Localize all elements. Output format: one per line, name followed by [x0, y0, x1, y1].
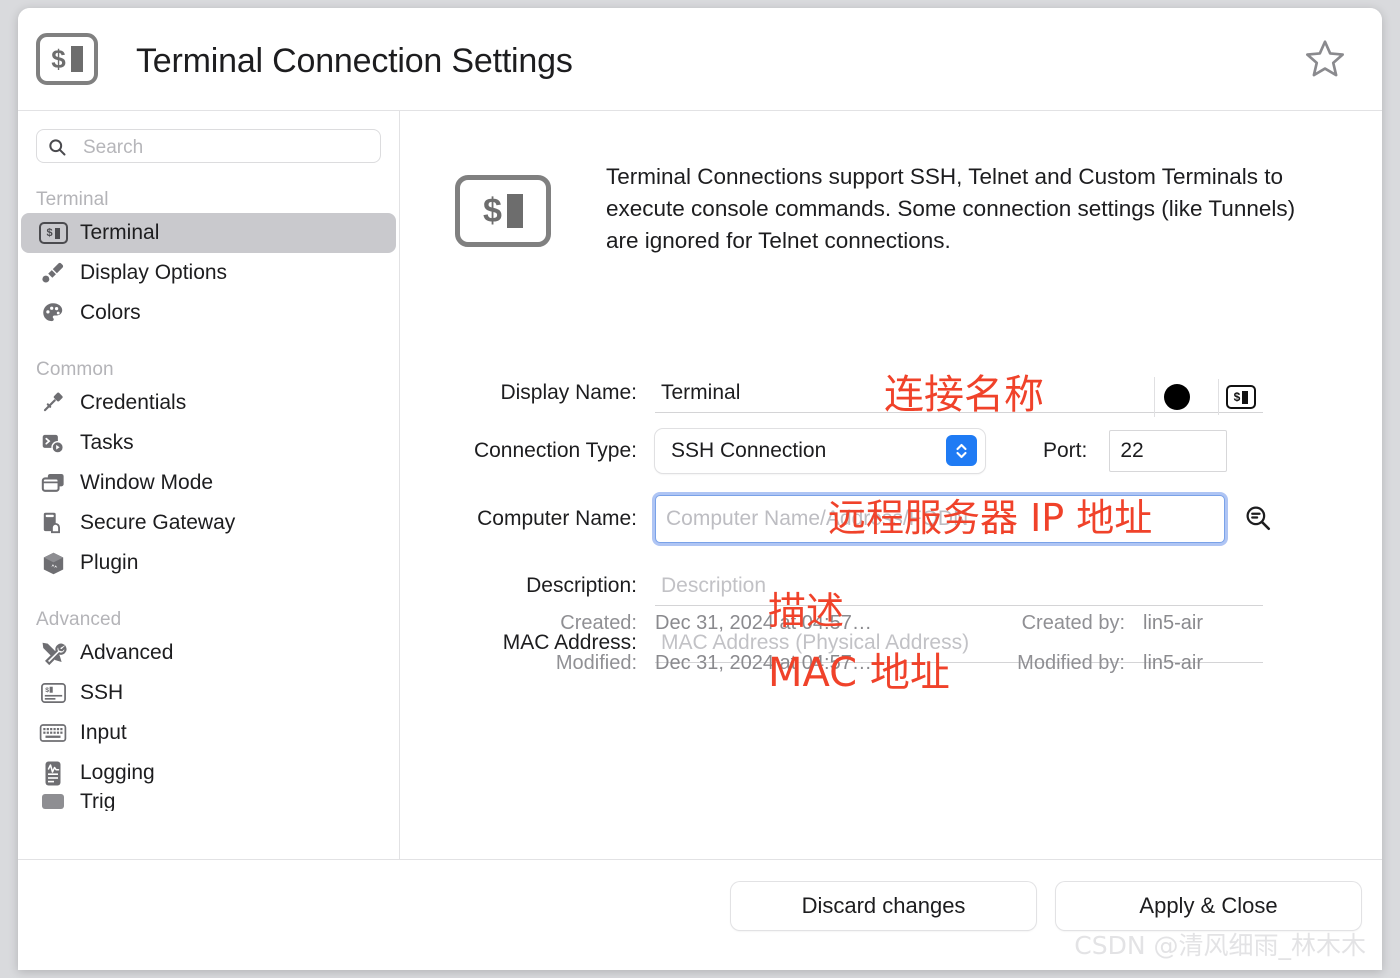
created-value: Dec 31, 2024 at 04:57… [655, 611, 872, 634]
secure-gateway-icon [36, 509, 70, 537]
sidebar-item-ssh[interactable]: $ SSH [21, 673, 396, 713]
logging-icon [36, 759, 70, 787]
sidebar-item-advanced[interactable]: Advanced [21, 633, 396, 673]
browse-search-icon[interactable] [1237, 497, 1279, 539]
sidebar-group-label-terminal: Terminal [36, 189, 109, 210]
discard-changes-button[interactable]: Discard changes [731, 882, 1036, 930]
sidebar-item-label: Tasks [80, 431, 134, 454]
created-by-label: Created by: [1021, 611, 1125, 634]
sidebar-item-label: Credentials [80, 391, 187, 414]
sidebar-item-tasks[interactable]: Tasks [21, 423, 396, 463]
color-palette-icon [36, 299, 70, 327]
terminal-icon[interactable]: $ [1218, 379, 1263, 415]
modified-by-value: lin5-air [1143, 651, 1204, 674]
console-play-icon [36, 429, 70, 457]
modified-by-label: Modified by: [1017, 651, 1125, 674]
page-title: Terminal Connection Settings [136, 42, 573, 80]
sidebar-item-window-mode[interactable]: Window Mode [21, 463, 396, 503]
connection-type-label: Connection Type: [473, 439, 637, 462]
sidebar-item-label: Input [80, 721, 127, 744]
svg-text:$: $ [45, 687, 49, 694]
sidebar-item-colors[interactable]: Colors [21, 293, 396, 333]
sidebar-item-secure-gateway[interactable]: Secure Gateway [21, 503, 396, 543]
port-input[interactable] [1109, 430, 1228, 472]
sidebar-item-label: Trig [80, 793, 116, 811]
keyboard-icon [36, 719, 70, 747]
form-row-display-name: Display Name: $ [400, 366, 1382, 420]
terminal-icon: $ [455, 175, 551, 247]
computer-name-input[interactable] [656, 496, 1224, 542]
connection-type-value: SSH Connection [671, 439, 827, 462]
metadata-row-created: Created: Dec 31, 2024 at 04:57… Created … [400, 603, 1382, 643]
form-row-connection-type: Connection Type: SSH Connection Port: [400, 420, 1382, 482]
sidebar-item-label: SSH [80, 681, 124, 704]
display-name-control: $ [655, 373, 1263, 417]
created-label: Created: [560, 611, 637, 634]
connection-type-select[interactable]: SSH Connection [655, 429, 985, 473]
cube-icon [36, 549, 70, 577]
computer-name-control [655, 495, 1295, 543]
terminal-icon: $ [36, 219, 70, 247]
form-row-computer-name: Computer Name: [400, 482, 1382, 556]
intro-description: Terminal Connections support SSH, Telnet… [606, 164, 1296, 253]
sidebar-item-label: Colors [80, 301, 141, 324]
sidebar-item-label: Advanced [80, 641, 174, 664]
color-swatch-icon[interactable] [1154, 377, 1199, 417]
sidebar-item-input[interactable]: Input [21, 713, 396, 753]
sidebar-item-label: Window Mode [80, 471, 214, 494]
sidebar-item-label: Plugin [80, 551, 139, 574]
sidebar-item-display-options[interactable]: Display Options [21, 253, 396, 293]
sidebar-item-logging[interactable]: Logging [21, 753, 396, 793]
star-outline-icon[interactable] [1302, 36, 1348, 82]
search-icon [47, 137, 67, 162]
sidebar-item-label: Logging [80, 761, 155, 784]
modified-label: Modified: [555, 651, 637, 674]
computer-name-field-wrapper[interactable] [655, 495, 1225, 543]
search-input[interactable] [81, 130, 385, 166]
key-icon [36, 389, 70, 417]
windows-icon [36, 469, 70, 497]
window-titlebar: $ Terminal Connection Settings [18, 8, 1382, 111]
created-by-value: lin5-air [1143, 611, 1204, 634]
sidebar-item-partially-hidden[interactable]: Trig [21, 793, 396, 811]
chip-icon [36, 793, 70, 811]
port-label: Port: [1043, 439, 1088, 462]
metadata-row-modified: Modified: Dec 31, 2024 at 04:57… Modifie… [400, 643, 1382, 683]
paint-brush-icon [36, 259, 70, 287]
tools-icon [36, 639, 70, 667]
computer-name-label: Computer Name: [477, 507, 637, 530]
screenshot-root: $ Terminal Connection Settings Search Te… [0, 0, 1400, 978]
display-name-label: Display Name: [500, 381, 637, 404]
settings-window: $ Terminal Connection Settings Search Te… [18, 8, 1382, 970]
main-panel: $ Terminal Connections support SSH, Teln… [400, 111, 1382, 859]
sidebar-group-label-advanced: Advanced [36, 609, 122, 630]
window-body: Terminal $ Terminal [18, 111, 1382, 859]
terminal-icon: $ [36, 33, 98, 85]
sidebar: Terminal $ Terminal [18, 111, 400, 859]
metadata-block: Created: Dec 31, 2024 at 04:57… Created … [400, 603, 1382, 683]
sidebar-search [36, 129, 385, 166]
modified-value: Dec 31, 2024 at 04:57… [655, 651, 872, 674]
intro-block: $ Terminal Connections support SSH, Teln… [455, 161, 1342, 257]
search-box[interactable] [36, 129, 385, 166]
ssh-terminal-icon: $ [36, 679, 70, 707]
sidebar-item-plugin[interactable]: Plugin [21, 543, 396, 583]
sidebar-item-label: Secure Gateway [80, 511, 236, 534]
sidebar-item-label: Terminal [80, 221, 160, 244]
sidebar-item-terminal[interactable]: $ Terminal [21, 213, 396, 253]
watermark: CSDN @清风细雨_林木木 [1074, 931, 1366, 960]
description-label: Description: [526, 574, 637, 597]
description-input[interactable] [655, 566, 1263, 606]
apply-and-close-button[interactable]: Apply & Close [1056, 882, 1361, 930]
sidebar-item-credentials[interactable]: Credentials [21, 383, 396, 423]
sidebar-group-label-common: Common [36, 359, 114, 380]
chevron-up-down-icon[interactable] [946, 435, 977, 466]
window-footer: Discard changes Apply & Close CSDN @清风细雨… [18, 859, 1382, 970]
sidebar-item-label: Display Options [80, 261, 228, 284]
